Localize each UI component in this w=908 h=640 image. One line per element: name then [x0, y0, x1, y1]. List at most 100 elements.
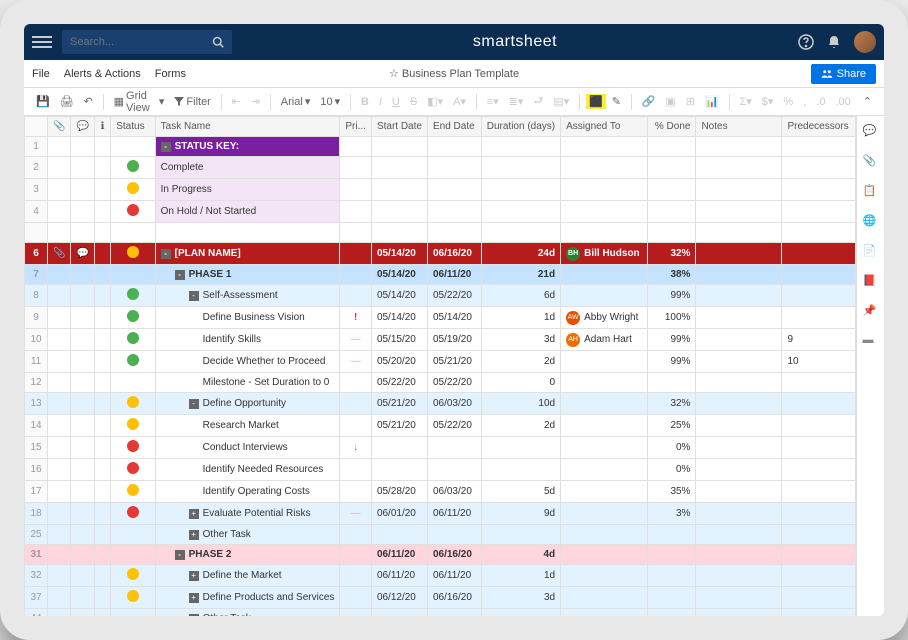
notes-cell[interactable]: [696, 373, 782, 393]
task-cell[interactable]: On Hold / Not Started: [155, 201, 340, 223]
start-cell[interactable]: 05/28/20: [371, 481, 427, 503]
attach-cell[interactable]: [48, 157, 71, 179]
assigned-cell[interactable]: [561, 415, 648, 437]
end-cell[interactable]: [427, 525, 481, 545]
table-row[interactable]: 13 -Define Opportunity 05/21/20 06/03/20…: [25, 393, 856, 415]
pri-cell[interactable]: [340, 415, 372, 437]
table-row[interactable]: [25, 223, 856, 243]
table-row[interactable]: 7 -PHASE 1 05/14/20 06/11/20 21d 38%: [25, 265, 856, 285]
dur-cell[interactable]: 2d: [481, 415, 560, 437]
comment-cell[interactable]: [71, 415, 94, 437]
attach-cell[interactable]: [48, 503, 71, 525]
dur-cell[interactable]: 1d: [481, 307, 560, 329]
info-cell[interactable]: [94, 285, 110, 307]
end-cell[interactable]: 06/16/20: [427, 243, 481, 265]
pri-cell[interactable]: [340, 565, 372, 587]
pred-cell[interactable]: 9: [782, 329, 856, 351]
status-cell[interactable]: [111, 437, 155, 459]
info-cell[interactable]: [94, 179, 110, 201]
pred-cell[interactable]: [782, 437, 856, 459]
pred-cell[interactable]: [782, 179, 856, 201]
notes-cell[interactable]: [696, 459, 782, 481]
task-cell[interactable]: Complete: [155, 157, 340, 179]
pri-cell[interactable]: [340, 373, 372, 393]
done-cell[interactable]: 99%: [648, 329, 696, 351]
assigned-cell[interactable]: [561, 587, 648, 609]
comment-cell[interactable]: [71, 565, 94, 587]
end-cell[interactable]: 05/14/20: [427, 307, 481, 329]
comment-cell[interactable]: [71, 587, 94, 609]
menu-alerts[interactable]: Alerts & Actions: [64, 68, 141, 80]
notes-cell[interactable]: [696, 329, 782, 351]
table-row[interactable]: 12 Milestone - Set Duration to 0 05/22/2…: [25, 373, 856, 393]
end-cell[interactable]: [427, 179, 481, 201]
paint-icon[interactable]: ✎: [608, 93, 625, 110]
end-cell[interactable]: 06/11/20: [427, 503, 481, 525]
assigned-cell[interactable]: BHBill Hudson: [561, 243, 648, 265]
menu-file[interactable]: File: [32, 68, 50, 80]
dur-cell[interactable]: [481, 201, 560, 223]
format-panel-icon[interactable]: ▬: [863, 334, 879, 350]
collapse-icon[interactable]: -: [189, 399, 199, 409]
done-cell[interactable]: 25%: [648, 415, 696, 437]
dur-cell[interactable]: 21d: [481, 265, 560, 285]
start-cell[interactable]: 05/21/20: [371, 393, 427, 415]
done-cell[interactable]: [648, 545, 696, 565]
pred-cell[interactable]: 10: [782, 351, 856, 373]
comments-panel-icon[interactable]: 💬: [863, 124, 879, 140]
status-cell[interactable]: [111, 525, 155, 545]
assigned-cell[interactable]: AWAbby Wright: [561, 307, 648, 329]
pred-cell[interactable]: [782, 481, 856, 503]
grid[interactable]: 📎 💬 ℹ Status Task Name Pri... Start Date…: [24, 116, 856, 616]
comment-cell[interactable]: [71, 137, 94, 157]
italic-icon[interactable]: I: [375, 94, 386, 110]
font-dropdown[interactable]: Arial ▾: [277, 93, 315, 110]
start-cell[interactable]: [371, 459, 427, 481]
pri-cell[interactable]: [340, 179, 372, 201]
attach-cell[interactable]: [48, 459, 71, 481]
status-cell[interactable]: [111, 285, 155, 307]
task-cell[interactable]: -Define Opportunity: [155, 393, 340, 415]
status-cell[interactable]: [111, 179, 155, 201]
fillcolor-icon[interactable]: ◧▾: [423, 93, 447, 110]
start-cell[interactable]: 06/11/20: [371, 565, 427, 587]
notes-cell[interactable]: [696, 609, 782, 617]
task-cell[interactable]: -PHASE 1: [155, 265, 340, 285]
collapse-icon[interactable]: +: [189, 509, 199, 519]
collapse-icon[interactable]: +: [189, 571, 199, 581]
comment-header[interactable]: 💬: [71, 117, 94, 137]
assignee-chip[interactable]: AWAbby Wright: [566, 311, 638, 325]
attach-cell[interactable]: [48, 201, 71, 223]
notes-cell[interactable]: [696, 265, 782, 285]
pred-cell[interactable]: [782, 525, 856, 545]
publish-panel-icon[interactable]: 📄: [863, 244, 879, 260]
status-cell[interactable]: [111, 565, 155, 587]
end-cell[interactable]: 06/11/20: [427, 265, 481, 285]
done-cell[interactable]: 35%: [648, 481, 696, 503]
task-cell[interactable]: Identify Skills: [155, 329, 340, 351]
pred-cell[interactable]: [782, 137, 856, 157]
assigned-cell[interactable]: [561, 437, 648, 459]
done-header[interactable]: % Done: [648, 117, 696, 137]
comment-cell[interactable]: [71, 503, 94, 525]
start-cell[interactable]: [371, 437, 427, 459]
task-cell[interactable]: Identify Operating Costs: [155, 481, 340, 503]
start-cell[interactable]: 05/14/20: [371, 285, 427, 307]
expand-icon[interactable]: ⌃: [859, 93, 876, 110]
comment-cell[interactable]: [71, 481, 94, 503]
notes-cell[interactable]: [696, 201, 782, 223]
status-header[interactable]: Status: [111, 117, 155, 137]
currency-icon[interactable]: $▾: [758, 93, 778, 110]
attach-cell[interactable]: [48, 437, 71, 459]
end-cell[interactable]: [427, 137, 481, 157]
done-cell[interactable]: 99%: [648, 285, 696, 307]
save-icon[interactable]: 💾: [32, 93, 54, 110]
task-cell[interactable]: Milestone - Set Duration to 0: [155, 373, 340, 393]
pred-cell[interactable]: [782, 415, 856, 437]
pri-cell[interactable]: [340, 609, 372, 617]
comment-cell[interactable]: [71, 157, 94, 179]
assigned-cell[interactable]: [561, 351, 648, 373]
info-cell[interactable]: [94, 157, 110, 179]
notes-cell[interactable]: [696, 545, 782, 565]
done-cell[interactable]: [648, 137, 696, 157]
